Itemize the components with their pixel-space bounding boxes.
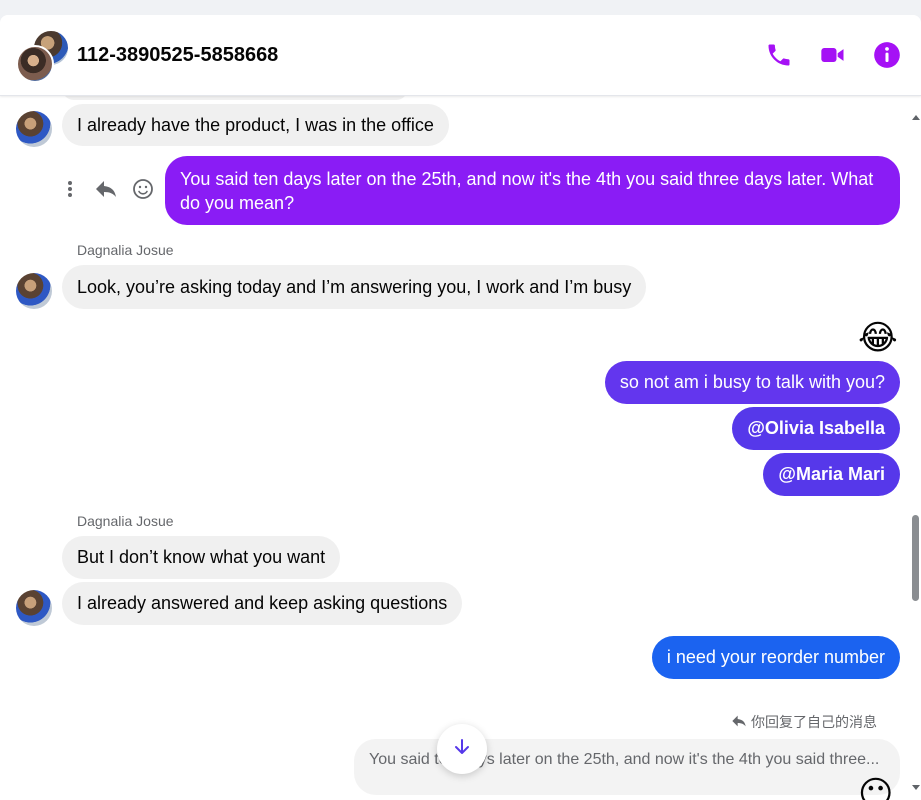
avatar[interactable] [16, 111, 52, 147]
emoji-message[interactable]: 😂 [858, 318, 898, 358]
reply-icon [731, 714, 747, 731]
reply-note-text: 你回复了自己的消息 [751, 714, 877, 730]
reply-icon[interactable] [94, 179, 118, 199]
reply-note: 你回复了自己的消息 [731, 712, 877, 732]
video-icon[interactable] [819, 41, 847, 69]
scroll-thumb[interactable] [912, 515, 919, 601]
emoji-message[interactable]: 😶 [858, 774, 893, 800]
react-icon[interactable] [132, 178, 154, 200]
header-actions [765, 41, 901, 69]
chat-window: 112-3890525-5858668 I already have the p… [0, 15, 921, 800]
quoted-message[interactable]: You said ten days later on the 25th, and… [354, 739, 900, 795]
group-avatar[interactable] [16, 29, 70, 83]
conversation-title[interactable]: 112-3890525-5858668 [77, 44, 278, 67]
message-thread: I already have the product, I was in the… [0, 76, 910, 800]
mention-message[interactable]: @Olivia Isabella [732, 407, 900, 450]
message-bubble-outgoing[interactable]: i need your reorder number [651, 636, 900, 679]
message-bubble-outgoing[interactable]: so not am i busy to talk with you? [604, 361, 900, 404]
scrollbar[interactable] [910, 111, 921, 800]
sender-name: Dagnalia Josue [77, 242, 174, 258]
message-bubble-incoming[interactable]: I already have the product, I was in the… [62, 104, 449, 146]
chat-header: 112-3890525-5858668 [0, 15, 921, 96]
phone-icon[interactable] [765, 41, 793, 69]
avatar [16, 45, 54, 83]
more-icon[interactable] [60, 179, 80, 199]
message-bubble-incoming[interactable]: But I don’t know what you want [62, 536, 341, 579]
scroll-up-arrow-icon[interactable] [912, 115, 920, 120]
avatar[interactable] [16, 273, 52, 309]
message-actions [60, 178, 154, 200]
avatar[interactable] [16, 590, 52, 626]
scroll-to-bottom-button[interactable] [437, 724, 487, 774]
info-icon[interactable] [873, 41, 901, 69]
scroll-down-arrow-icon[interactable] [912, 785, 920, 790]
message-bubble-incoming[interactable]: I already answered and keep asking quest… [62, 582, 463, 625]
arrow-down-icon [452, 737, 472, 762]
message-bubble-outgoing[interactable]: You said ten days later on the 25th, and… [165, 156, 900, 225]
sender-name: Dagnalia Josue [77, 513, 174, 529]
message-bubble-incoming[interactable]: Look, you’re asking today and I’m answer… [62, 265, 647, 309]
mention-message[interactable]: @Maria Mari [763, 453, 900, 496]
